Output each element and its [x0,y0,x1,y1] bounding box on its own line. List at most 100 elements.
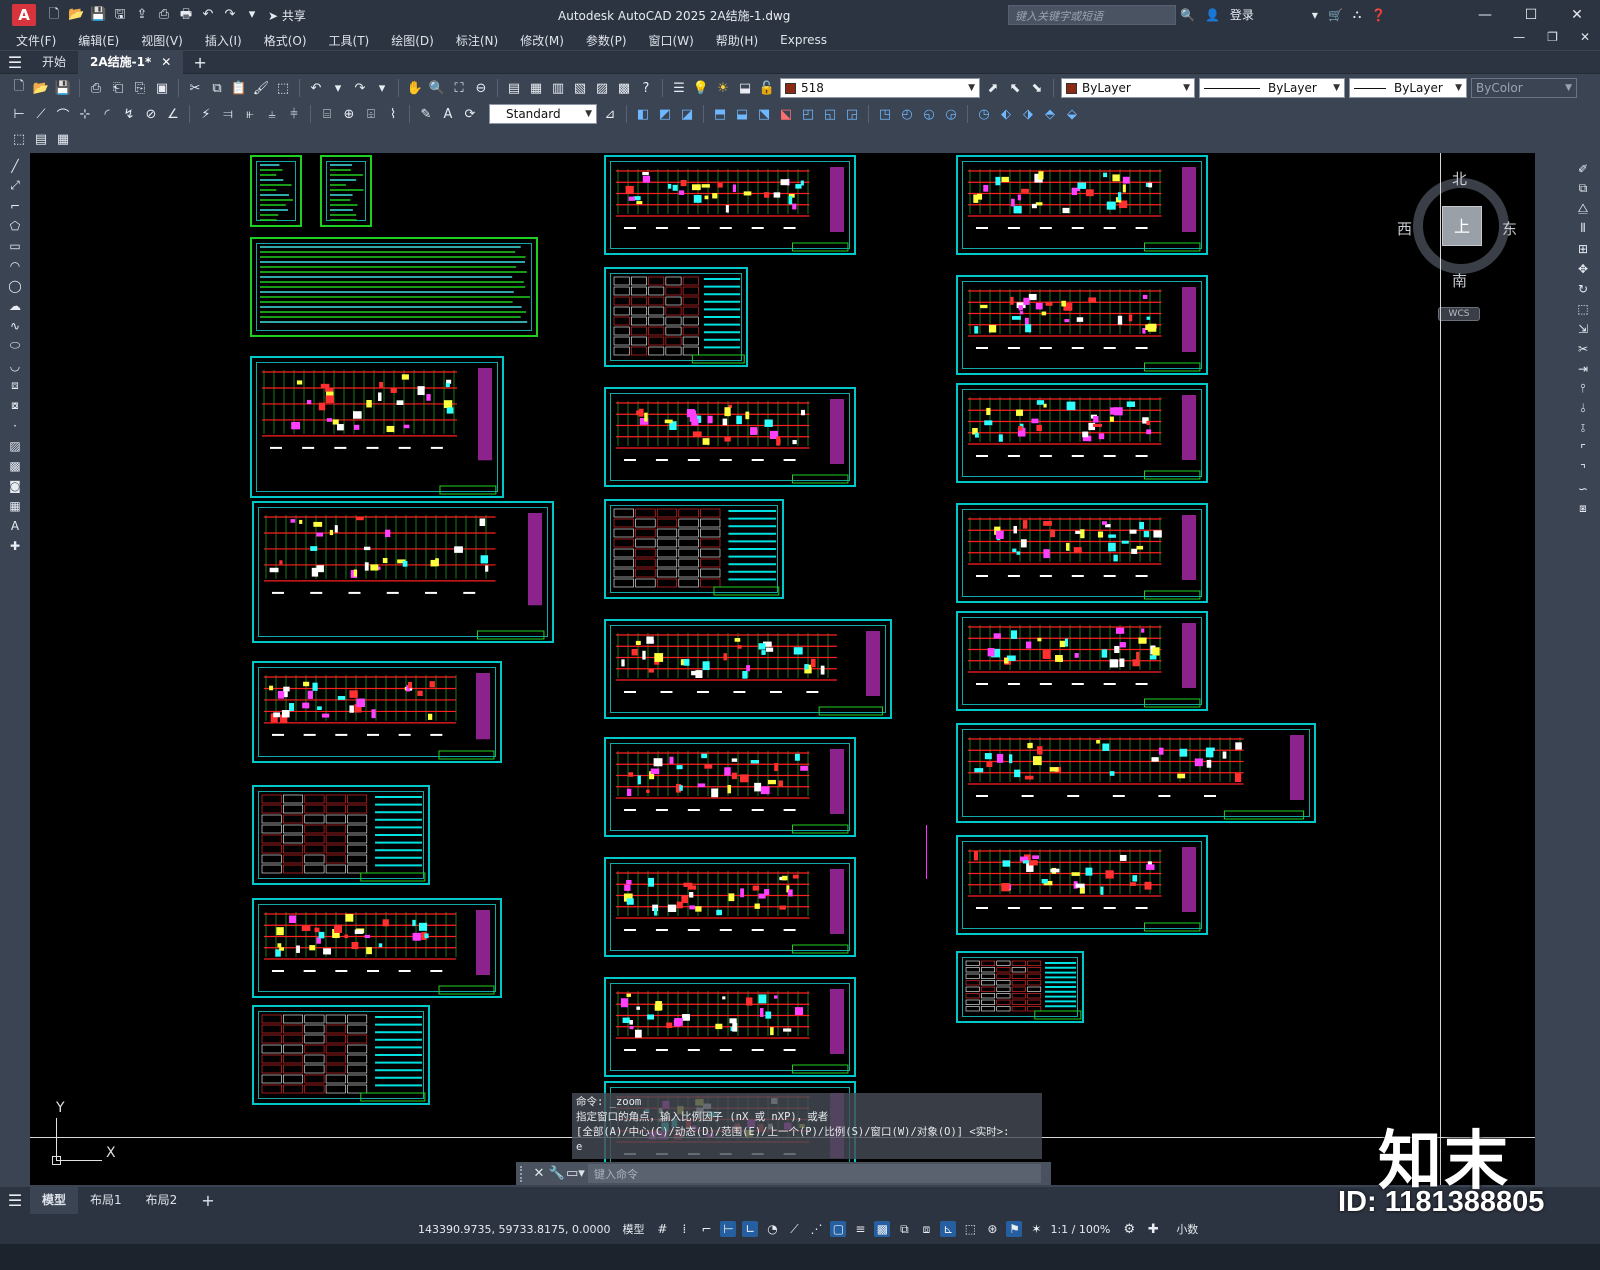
minimize-button[interactable]: — [1462,0,1508,30]
render-icon[interactable]: ▦ [54,130,72,148]
qa-dropdown-icon[interactable]: ▾ [244,7,260,23]
redo-icon[interactable]: ↷ [222,7,238,23]
box-icon[interactable]: ◧ [634,105,652,123]
tab-document[interactable]: 2A结施-1* ✕ [78,50,184,74]
rectangle-icon[interactable]: ▭ [7,237,23,254]
stretch-icon[interactable]: ⇲ [1575,320,1591,337]
tab-model[interactable]: 模型 [30,1187,79,1214]
drawing-sheet[interactable] [956,611,1208,711]
open-file-icon[interactable]: 📂 [68,7,84,23]
compass-west[interactable]: 西 [1397,218,1412,239]
make-current-layer-icon[interactable]: ⬈ [984,79,1002,97]
isodraft-icon[interactable]: ⟋ [786,1221,802,1237]
drawing-sheet[interactable] [956,503,1208,603]
orbit-icon[interactable]: ◷ [975,105,993,123]
chamfer-icon[interactable]: ⌜ [1575,440,1591,457]
coordinates-readout[interactable]: 143390.9735, 59733.8175, 0.0000 [418,1223,610,1236]
menu-express[interactable]: Express [780,33,827,47]
plot-icon[interactable]: ⎙ [156,7,172,23]
drawing-sheet[interactable] [250,356,504,498]
construction-line-icon[interactable]: ⤢ [7,177,23,194]
subtract-icon[interactable]: ⬕ [777,105,795,123]
spline-icon[interactable]: ∿ [7,317,23,334]
tab-layout2[interactable]: 布局2 [134,1187,190,1214]
viewcube-top-face[interactable]: 上 [1442,206,1482,246]
properties-icon[interactable]: ▤ [505,79,523,97]
visual-style-icon[interactable]: ◳ [876,105,894,123]
calculator-icon[interactable]: ▩ [615,79,633,97]
tab-start[interactable]: 开始 [30,51,78,74]
rotate-icon[interactable]: ↻ [1575,280,1591,297]
hatch-icon[interactable]: ▨ [7,437,23,454]
close-button[interactable]: ✕ [1554,0,1600,30]
drawing-sheet[interactable] [956,275,1208,375]
new-file-icon[interactable]: 🗋 [46,7,62,23]
zoom-realtime-icon[interactable]: 🔍 [428,79,446,97]
arc-length-icon[interactable]: ⌒ [54,105,72,124]
match-properties-icon[interactable]: 🖌 [252,79,270,97]
command-input[interactable]: 键入命令 [588,1164,1041,1183]
doc-restore-button[interactable]: ❐ [1547,30,1558,44]
menu-parametric[interactable]: 参数(P) [586,32,627,49]
trim-icon[interactable]: ✂ [1575,340,1591,357]
make-block-icon[interactable]: ⧇ [7,397,23,414]
angular-icon[interactable]: ∠ [164,105,182,123]
polygon-icon[interactable]: ⬠ [7,217,23,234]
auto-scale-icon[interactable]: ✶ [1028,1221,1044,1237]
copy-icon[interactable]: ⧉ [1575,180,1591,197]
close-icon[interactable]: ✕ [530,1166,548,1181]
design-center-icon[interactable]: ▦ [527,79,545,97]
chevron-down-icon[interactable]: ▾ [1312,8,1318,22]
fillet-icon[interactable]: ⌝ [1575,460,1591,477]
gradient-icon[interactable]: ▩ [7,457,23,474]
union-icon[interactable]: ⬔ [755,105,773,123]
drawing-sheet[interactable] [956,723,1316,823]
drawing-canvas[interactable] [30,153,1535,1185]
sheet-set-icon[interactable]: ▧ [571,79,589,97]
save-as-icon[interactable]: 🖫 [112,7,128,23]
linetype-dropdown[interactable]: ByLayer ▼ [1199,78,1345,98]
share-button[interactable]: ➤ 共享 [268,7,306,24]
ellipse-icon[interactable]: ⬭ [7,337,23,354]
layout-menu-icon[interactable]: ☰ [0,1191,30,1210]
table-icon[interactable]: ▦ [7,497,23,514]
polar-icon[interactable]: ◔ [764,1221,780,1237]
offset-icon[interactable]: ⫴ [1575,220,1591,237]
menu-help[interactable]: 帮助(H) [716,32,758,49]
revision-cloud-icon[interactable]: ☁ [7,297,23,314]
menu-view[interactable]: 视图(V) [141,32,183,49]
drawing-sheet[interactable] [320,155,372,227]
wcs-menu-button[interactable]: WCS [1438,307,1480,321]
drawing-sheet[interactable] [252,785,430,885]
intersect-icon[interactable]: ◰ [799,105,817,123]
compass-north[interactable]: 北 [1452,168,1467,189]
drawing-sheet[interactable] [252,501,554,643]
tolerance-icon[interactable]: ⌸ [318,105,336,123]
help-icon[interactable]: ❓ [1371,8,1386,22]
publish-icon[interactable]: ⎘ [131,79,149,97]
search-input[interactable]: 键入关键字或短语 [1008,5,1176,25]
radius-icon[interactable]: ◜ [98,105,116,123]
scale-icon[interactable]: ⬚ [1575,300,1591,317]
web-save-icon[interactable]: ⇪ [134,7,150,23]
drawing-sheet[interactable] [604,155,856,255]
drawing-sheet[interactable] [956,383,1208,483]
drawing-sheet[interactable] [604,387,856,487]
drawing-sheet[interactable] [250,237,538,337]
menu-draw[interactable]: 绘图(D) [391,32,434,49]
redo-icon[interactable]: ↷ [351,79,369,97]
command-line-grip[interactable] [520,1165,530,1182]
dim-space-icon[interactable]: ⫨ [263,105,281,123]
dim-style-icon[interactable]: ⊿ [601,105,619,123]
annotation-visibility-icon[interactable]: ⚑ [1006,1221,1023,1237]
pan-icon[interactable]: ✋ [406,79,424,97]
login-button[interactable]: 登录 [1230,6,1254,23]
compass-south[interactable]: 南 [1452,270,1467,291]
layer-dropdown[interactable]: 518 ▼ [780,78,980,98]
drawing-sheet[interactable] [956,835,1208,935]
menu-tools[interactable]: 工具(T) [329,32,370,49]
menu-file[interactable]: 文件(F) [16,32,56,49]
camera-icon[interactable]: ⬘ [1041,105,1059,123]
tab-close-icon[interactable]: ✕ [161,55,171,69]
annotation-scale[interactable]: 1:1 / 100% [1050,1223,1110,1236]
